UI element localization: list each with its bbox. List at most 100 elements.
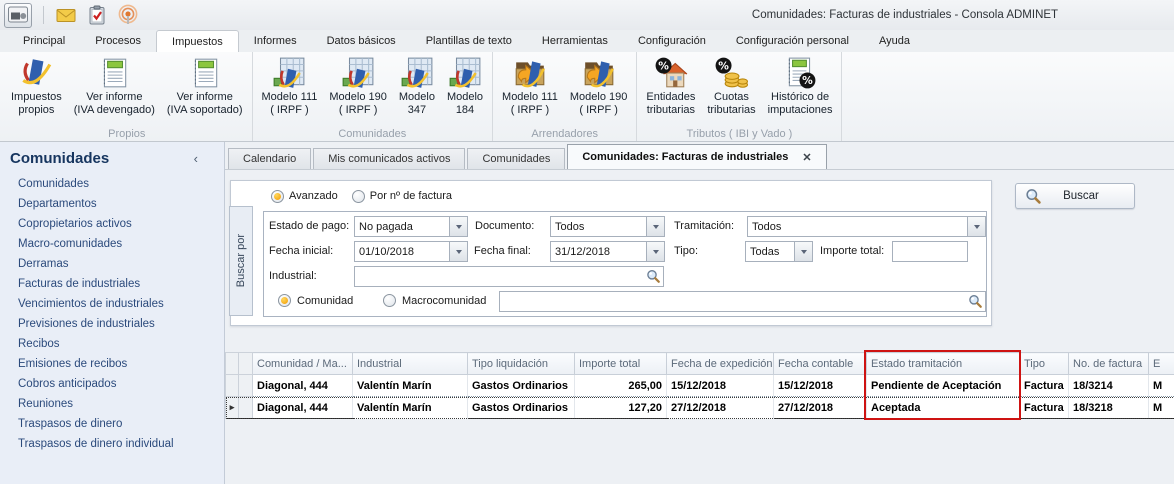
menu-tab-datos-basicos[interactable]: Datos básicos xyxy=(312,30,411,52)
fecha-final-label: Fecha final: xyxy=(474,241,531,262)
tramitacion-dropdown[interactable]: Todos xyxy=(747,216,986,237)
ribbon-item-impuestos-propios[interactable]: Impuestospropios xyxy=(5,55,68,127)
menu-tab-impuestos[interactable]: Impuestos xyxy=(156,30,239,52)
dropdown-arrow-icon xyxy=(449,217,467,236)
dropdown-arrow-icon xyxy=(794,242,812,261)
comunidad-input[interactable] xyxy=(499,291,986,312)
ribbon-item-modelo-347[interactable]: Modelo347 xyxy=(393,55,441,127)
tasks-button[interactable] xyxy=(86,4,108,26)
ribbon-item-ver-informe-iva-devengado[interactable]: Ver informe(IVA devengado) xyxy=(68,55,161,127)
sidebar-item-recibos[interactable]: Recibos xyxy=(0,334,224,354)
sidebar-item-copropietarios-activos[interactable]: Copropietarios activos xyxy=(0,214,224,234)
column-header-comunidad[interactable]: Comunidad / Ma... xyxy=(253,353,353,375)
menu-tab-configuracion-personal[interactable]: Configuración personal xyxy=(721,30,864,52)
sidebar-item-derramas[interactable]: Derramas xyxy=(0,254,224,274)
table-row-selected[interactable]: ▸ Diagonal, 444 Valentín Marín Gastos Or… xyxy=(226,397,1174,419)
sidebar-item-departamentos[interactable]: Departamentos xyxy=(0,194,224,214)
sidebar-item-cobros-anticipados[interactable]: Cobros anticipados xyxy=(0,374,224,394)
app-menu-button[interactable] xyxy=(4,3,32,28)
ribbon-item-ver-informe-iva-soportado[interactable]: Ver informe(IVA soportado) xyxy=(161,55,249,127)
ribbon-item-historico-de-imputaciones[interactable]: Histórico deimputaciones xyxy=(762,55,839,127)
sidebar-item-emisiones-de-recibos[interactable]: Emisiones de recibos xyxy=(0,354,224,374)
buscar-por-side-tab[interactable]: Buscar por xyxy=(229,206,253,316)
folder-model-icon xyxy=(513,56,547,90)
menu-tab-configuracion[interactable]: Configuración xyxy=(623,30,721,52)
column-header-importe-total[interactable]: Importe total xyxy=(575,353,667,375)
radio-por-numero-factura-label: Por nº de factura xyxy=(370,190,452,202)
sidebar-item-previsiones-de-industriales[interactable]: Previsiones de industriales xyxy=(0,314,224,334)
ribbon-item-cuotas-tributarias[interactable]: Cuotastributarias xyxy=(701,55,761,127)
toolbar-separator xyxy=(43,6,44,24)
radio-macrocomunidad[interactable] xyxy=(383,294,396,307)
tab-comunidades[interactable]: Comunidades xyxy=(467,148,565,169)
column-header-tipo-liquidacion[interactable]: Tipo liquidación xyxy=(468,353,575,375)
menu-tab-informes[interactable]: Informes xyxy=(239,30,312,52)
column-header-estado-tramitacion[interactable]: Estado tramitación xyxy=(867,353,1020,375)
column-header-truncated[interactable]: E xyxy=(1149,353,1174,375)
fecha-final-dropdown[interactable]: 31/12/2018 xyxy=(550,241,665,262)
column-header-fecha-contable[interactable]: Fecha contable xyxy=(774,353,867,375)
estado-de-pago-label: Estado de pago: xyxy=(269,216,349,237)
tab-mis-comunicados-activos[interactable]: Mis comunicados activos xyxy=(313,148,465,169)
radio-avanzado[interactable] xyxy=(271,190,284,203)
documento-dropdown[interactable]: Todos xyxy=(550,216,665,237)
sidebar-item-macro-comunidades[interactable]: Macro-comunidades xyxy=(0,234,224,254)
ribbon-group-label: Propios xyxy=(5,127,249,140)
ribbon-item-modelo-111-comunidades[interactable]: Modelo 111( IRPF ) xyxy=(256,55,324,127)
radio-macrocomunidad-label: Macrocomunidad xyxy=(402,291,486,312)
sidebar-item-traspasos-de-dinero[interactable]: Traspasos de dinero xyxy=(0,414,224,434)
ribbon-group-label: Comunidades xyxy=(256,127,490,140)
table-row[interactable]: Diagonal, 444 Valentín Marín Gastos Ordi… xyxy=(226,375,1174,397)
menu-tab-principal[interactable]: Principal xyxy=(8,30,80,52)
comunidad-lookup-button[interactable] xyxy=(967,293,984,310)
ribbon-item-modelo-190-arrendadores[interactable]: Modelo 190( IRPF ) xyxy=(564,55,634,127)
tab-comunidades-facturas-de-industriales[interactable]: Comunidades: Facturas de industriales ✕ xyxy=(567,144,826,169)
importe-total-label: Importe total: xyxy=(820,241,884,262)
sidebar-item-comunidades[interactable]: Comunidades xyxy=(0,174,224,194)
report-icon xyxy=(188,56,222,90)
model-sheet-icon xyxy=(400,56,434,90)
model-sheet-icon xyxy=(272,56,306,90)
column-header-industrial[interactable]: Industrial xyxy=(353,353,468,375)
ribbon-item-modelo-111-arrendadores[interactable]: Modelo 111( IRPF ) xyxy=(496,55,564,127)
ribbon-item-entidades-tributarias[interactable]: Entidadestributarias xyxy=(640,55,701,127)
menu-tab-herramientas[interactable]: Herramientas xyxy=(527,30,623,52)
industrial-input[interactable] xyxy=(354,266,664,287)
title-bar: Comunidades: Facturas de industriales - … xyxy=(0,0,1174,30)
sidebar-collapse-icon[interactable]: ‹ xyxy=(194,151,198,166)
sidebar-item-traspasos-de-dinero-individual[interactable]: Traspasos de dinero individual xyxy=(0,434,224,454)
document-tab-bar: Calendario Mis comunicados activos Comun… xyxy=(225,145,1174,170)
row-indicator-cell xyxy=(226,375,239,397)
sidebar-item-reuniones[interactable]: Reuniones xyxy=(0,394,224,414)
menu-tab-procesos[interactable]: Procesos xyxy=(80,30,156,52)
radio-por-numero-factura[interactable] xyxy=(352,190,365,203)
menu-tab-ayuda[interactable]: Ayuda xyxy=(864,30,925,52)
menu-tab-plantillas-de-texto[interactable]: Plantillas de texto xyxy=(411,30,527,52)
sidebar-item-facturas-de-industriales[interactable]: Facturas de industriales xyxy=(0,274,224,294)
close-tab-icon[interactable]: ✕ xyxy=(802,151,811,164)
column-header-tipo[interactable]: Tipo xyxy=(1020,353,1069,375)
importe-total-input[interactable] xyxy=(892,241,968,262)
aeat-logo-icon xyxy=(19,56,53,90)
row-indicator-header xyxy=(226,353,239,375)
ribbon-group-label: Tributos ( IBI y Vado ) xyxy=(640,127,838,140)
magnifier-icon xyxy=(646,269,661,284)
estado-de-pago-dropdown[interactable]: No pagada xyxy=(354,216,468,237)
radio-comunidad[interactable] xyxy=(278,294,291,307)
column-header-no-de-factura[interactable]: No. de factura xyxy=(1069,353,1149,375)
ribbon-item-modelo-184[interactable]: Modelo184 xyxy=(441,55,489,127)
tipo-dropdown[interactable]: Todas xyxy=(745,241,813,262)
mail-button[interactable] xyxy=(55,4,77,26)
industrial-lookup-button[interactable] xyxy=(645,268,662,285)
tab-calendario[interactable]: Calendario xyxy=(228,148,311,169)
buscar-button[interactable]: Buscar xyxy=(1015,183,1135,209)
ribbon: Impuestospropios Ver informe(IVA devenga… xyxy=(0,52,1174,142)
column-header-fecha-expedicion[interactable]: Fecha de expedición xyxy=(667,353,774,375)
mail-icon xyxy=(56,7,76,23)
sidebar-item-vencimientos-de-industriales[interactable]: Vencimientos de industriales xyxy=(0,294,224,314)
radio-comunidad-label: Comunidad xyxy=(297,291,353,312)
window-title: Comunidades: Facturas de industriales - … xyxy=(690,9,1120,21)
fecha-inicial-dropdown[interactable]: 01/10/2018 xyxy=(354,241,468,262)
broadcast-button[interactable] xyxy=(117,4,139,26)
ribbon-item-modelo-190-comunidades[interactable]: Modelo 190( IRPF ) xyxy=(323,55,393,127)
